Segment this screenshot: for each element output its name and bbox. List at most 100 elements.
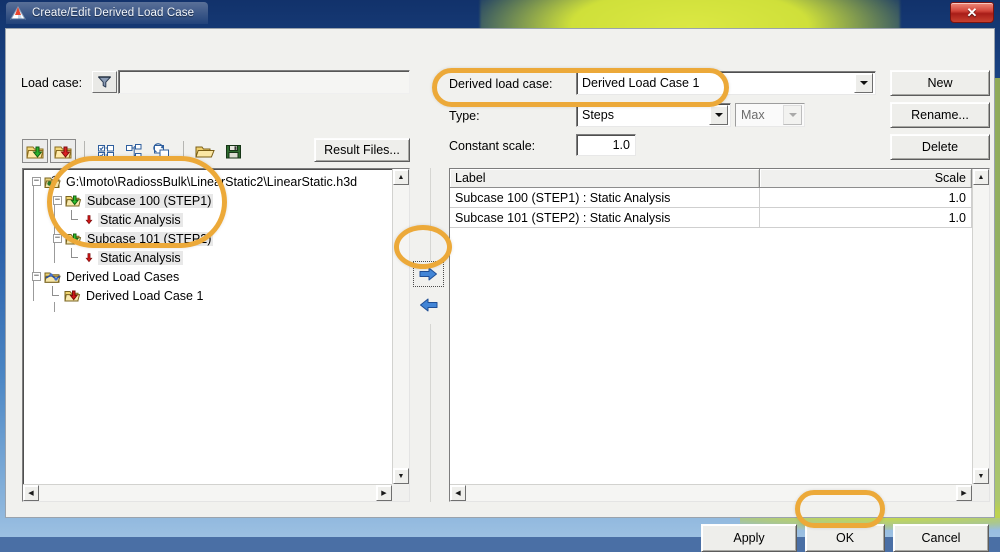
dialog-client-area: Load case: Result Files... − G:\Imoto\Ra… [5,28,995,552]
derived-load-case-combo[interactable]: Derived Load Case 1 [576,71,876,95]
tree-item-label: Subcase 100 (STEP1) [85,193,214,208]
scrollbar-corner [392,484,409,501]
ok-button-label: OK [835,531,855,545]
static-analysis-arrow-icon [85,253,93,263]
import-subcase-red-icon[interactable] [50,139,76,163]
constant-scale-input[interactable] [576,134,636,156]
h3d-result-file-icon [44,174,61,188]
tree-horizontal-scrollbar[interactable]: ◀ ▶ [23,484,392,501]
tree-item-static-analysis[interactable]: Static Analysis [27,210,392,229]
table-row[interactable]: Subcase 101 (STEP2) : Static Analysis 1.… [450,208,972,228]
constant-scale-label: Constant scale: [449,139,536,153]
save-floppy-icon[interactable] [220,139,246,163]
table-body: Subcase 100 (STEP1) : Static Analysis 1.… [450,188,972,484]
scroll-down-button[interactable]: ▼ [973,468,989,484]
load-case-label: Load case: [21,76,83,90]
chevron-down-icon[interactable] [709,105,728,125]
scrollbar-corner [972,484,989,501]
scroll-left-icon: ◀ [455,489,461,497]
arrow-right-icon [419,267,437,281]
new-button[interactable]: New [890,70,990,96]
scroll-left-button[interactable]: ◀ [450,485,466,501]
add-to-derived-case-button[interactable] [413,261,444,287]
column-header-scale[interactable]: Scale [760,169,972,188]
tree-item-label: Derived Load Case 1 [86,288,204,303]
max-combo[interactable]: Max [735,103,805,127]
tree-vertical-scrollbar[interactable]: ▲ ▼ [392,169,409,484]
cell-scale[interactable]: 1.0 [760,188,972,208]
scroll-down-button[interactable]: ▼ [393,468,409,484]
scroll-right-button[interactable]: ▶ [956,485,972,501]
load-case-input[interactable] [118,70,410,94]
static-analysis-arrow-icon [85,215,93,225]
table-vertical-scrollbar[interactable]: ▲ ▼ [972,169,989,484]
close-button[interactable]: ✕ [950,2,994,23]
scroll-left-button[interactable]: ◀ [23,485,39,501]
tree-elbow [67,210,83,229]
cancel-button[interactable]: Cancel [893,524,989,552]
scroll-up-button[interactable]: ▲ [973,169,989,185]
tree-item-label: G:\Imoto\RadiossBulk\LinearStatic2\Linea… [66,174,358,189]
filter-funnel-icon [98,76,111,88]
tree-elbow [67,248,83,267]
subcase-folder-green-icon [65,233,82,245]
tree-item-static-analysis-2[interactable]: Static Analysis [27,248,392,267]
table-horizontal-scrollbar[interactable]: ◀ ▶ [450,484,972,501]
scroll-up-button[interactable]: ▲ [393,169,409,185]
open-folder-icon[interactable] [192,139,218,163]
tree-toolbar [22,137,252,165]
scroll-left-icon: ◀ [28,489,34,497]
cell-scale[interactable]: 1.0 [760,208,972,228]
chevron-down-icon-disabled [783,105,802,125]
new-button-label: New [927,76,953,90]
tree-item-result-file[interactable]: − G:\Imoto\RadiossBulk\LinearStatic2\Lin… [27,172,392,191]
hypermesh-app-icon [10,5,26,19]
apply-button[interactable]: Apply [701,524,797,552]
type-label: Type: [449,109,480,123]
result-tree-panel[interactable]: − G:\Imoto\RadiossBulk\LinearStatic2\Lin… [22,168,410,502]
derived-load-cases-icon [44,272,61,283]
import-subcase-green-icon[interactable] [22,139,48,163]
tree-item-subcase-101[interactable]: − Subcase 101 (STEP2) [27,229,392,248]
result-files-button[interactable]: Result Files... [314,138,410,162]
scroll-right-icon: ▶ [961,489,967,497]
tree-item-derived-load-case-1[interactable]: Derived Load Case 1 [27,286,392,305]
toolbar-separator-2 [183,141,184,161]
tree-expander-icon[interactable]: − [53,234,62,243]
select-all-icon[interactable] [93,139,119,163]
arrow-left-icon [420,298,438,312]
chevron-down-icon[interactable] [854,73,873,93]
collapse-all-icon[interactable] [121,139,147,163]
delete-button[interactable]: Delete [890,134,990,160]
refresh-results-icon[interactable] [149,139,175,163]
toolbar-separator [84,141,85,161]
close-icon: ✕ [966,5,978,20]
scroll-down-icon: ▼ [397,472,405,480]
scroll-right-button[interactable]: ▶ [376,485,392,501]
delete-button-label: Delete [921,140,959,154]
table-header-row: Label Scale [450,169,972,188]
cancel-button-label: Cancel [921,531,961,545]
table-row[interactable]: Subcase 100 (STEP1) : Static Analysis 1.… [450,188,972,208]
apply-button-label: Apply [733,531,765,545]
dialog-window: Create/Edit Derived Load Case ✕ Load cas… [0,0,1000,552]
tree-item-label: Derived Load Cases [66,269,180,284]
derived-case-table-panel[interactable]: Label Scale Subcase 100 (STEP1) : Static… [449,168,990,502]
result-tree: − G:\Imoto\RadiossBulk\LinearStatic2\Lin… [23,169,392,484]
max-value: Max [741,108,765,122]
derived-load-case-label: Derived load case: [449,77,553,91]
tree-item-subcase-100[interactable]: − Subcase 100 (STEP1) [27,191,392,210]
ok-button[interactable]: OK [805,524,885,552]
tree-expander-icon[interactable]: − [32,272,41,281]
filter-button[interactable] [92,71,117,93]
tree-expander-icon[interactable]: − [53,196,62,205]
tree-item-label: Static Analysis [98,250,183,265]
tree-expander-icon[interactable]: − [32,177,41,186]
type-combo[interactable]: Steps [576,103,731,127]
title-bar-tab: Create/Edit Derived Load Case [6,2,209,24]
tree-item-derived-load-cases[interactable]: − Derived Load Cases [27,267,392,286]
remove-from-derived-case-button[interactable] [413,293,444,317]
column-header-label[interactable]: Label [450,169,760,188]
rename-button[interactable]: Rename... [890,102,990,128]
type-value: Steps [582,108,614,122]
